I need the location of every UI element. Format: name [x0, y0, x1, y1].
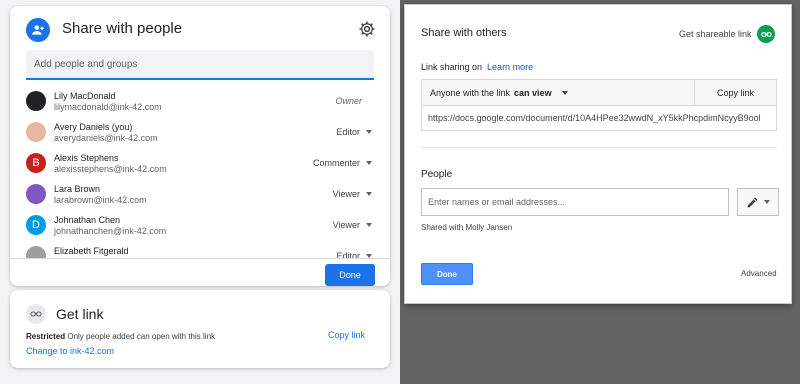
role-dropdown[interactable]: Viewer: [333, 220, 372, 230]
restricted-label[interactable]: Restricted: [26, 332, 65, 341]
shared-with-text: Shared with Molly Jansen: [421, 223, 513, 232]
restricted-text: Only people added can open with this lin…: [67, 332, 216, 341]
new-share-pane: Share with people Lily MacDonaldlilymacd…: [0, 0, 400, 384]
link-box: Anyone with the link can view Copy link …: [421, 79, 777, 131]
people-list: Lily MacDonald lilymacdonald@ink-42.com Ow…: [26, 86, 376, 258]
dropdown-caret-icon: [366, 192, 372, 196]
permission-dropdown[interactable]: [737, 188, 779, 216]
avatar: [26, 122, 46, 142]
person-email: alexisstephens@ink-42.com: [54, 164, 167, 174]
person-email: lilymacdonald@ink-42.com: [54, 102, 162, 112]
add-people-input[interactable]: [26, 50, 374, 78]
shareable-link-icon[interactable]: [757, 25, 775, 43]
person-name: Lily MacDonald: [54, 91, 116, 101]
pencil-icon: [747, 197, 758, 207]
old-share-pane: Share with others Get shareable link Lin…: [400, 0, 800, 384]
avatar: D: [26, 215, 46, 235]
done-button[interactable]: Done: [421, 263, 473, 285]
owner-label: Owner: [335, 96, 362, 106]
add-person-icon: [26, 18, 50, 42]
link-sharing-status: Link sharing on Learn more: [421, 62, 533, 72]
person-email: averydaniels@ink-42.com: [54, 133, 158, 143]
change-domain-link[interactable]: Change to ink-42.com: [26, 346, 114, 356]
dropdown-caret-icon: [366, 130, 372, 134]
person-name: Elizabeth Fitgerald: [54, 246, 129, 256]
share-with-people-card: Share with people Lily MacDonaldlilymacd…: [10, 6, 390, 286]
role-label: Owner: [335, 96, 362, 106]
avatar: [26, 246, 46, 258]
person-email: larabrown@ink-42.com: [54, 195, 147, 205]
role-label: Editor: [336, 127, 360, 137]
learn-more-link[interactable]: Learn more: [487, 62, 533, 72]
person-row: Lily MacDonald lilymacdonald@ink-42.com Ow…: [26, 86, 376, 117]
person-row: Avery Daniels (you) averydaniels@ink-42.c…: [26, 117, 376, 148]
dropdown-caret-icon: [764, 200, 770, 204]
get-shareable-link[interactable]: Get shareable link: [679, 29, 752, 39]
dialog-title: Share with others: [421, 27, 507, 39]
person-email: johnathanchen@ink-42.com: [54, 226, 167, 236]
add-people-field[interactable]: [26, 50, 374, 80]
role-dropdown[interactable]: Editor: [336, 127, 372, 137]
copy-link-button[interactable]: Copy link: [328, 330, 365, 340]
person-name: Alexis Stephens: [54, 153, 119, 163]
advanced-link[interactable]: Advanced: [741, 269, 777, 278]
share-with-others-dialog: Share with others Get shareable link Lin…: [404, 4, 792, 304]
settings-gear-icon[interactable]: [358, 20, 376, 38]
link-icon: [26, 304, 46, 324]
person-row: B Alexis Stephens alexisstephens@ink-42.co…: [26, 148, 376, 179]
avatar: [26, 91, 46, 111]
role-dropdown[interactable]: Viewer: [333, 189, 372, 199]
names-field[interactable]: [421, 188, 729, 216]
access-level: can view: [514, 87, 552, 98]
access-dropdown[interactable]: Anyone with the link can view: [422, 80, 694, 106]
people-label: People: [421, 169, 453, 180]
avatar: [26, 184, 46, 204]
person-row: D Johnathan Chen johnathanchen@ink-42.com V…: [26, 210, 376, 241]
role-label: Editor: [336, 251, 360, 258]
dropdown-caret-icon: [561, 90, 568, 95]
done-button[interactable]: Done: [325, 264, 375, 286]
restricted-description: Restricted Only people added can open wi…: [26, 332, 215, 341]
role-label: Viewer: [332, 189, 360, 199]
get-link-title: Get link: [56, 306, 104, 322]
dropdown-caret-icon: [366, 223, 372, 227]
access-prefix: Anyone with the link: [430, 87, 511, 98]
copy-link-button[interactable]: Copy link: [694, 80, 776, 106]
share-dialog-title: Share with people: [62, 20, 183, 37]
divider: [421, 147, 777, 148]
role-label: Commenter: [312, 158, 360, 168]
person-name: Lara Brown: [54, 184, 101, 194]
names-input[interactable]: [422, 189, 728, 215]
role-dropdown[interactable]: Editor: [336, 251, 372, 258]
role-dropdown[interactable]: Commenter: [313, 158, 372, 168]
person-name: Johnathan Chen: [54, 215, 121, 225]
avatar: B: [26, 153, 46, 173]
get-link-card: Get link Restricted Only people added ca…: [10, 290, 390, 368]
role-label: Viewer: [332, 220, 360, 230]
dropdown-caret-icon: [366, 161, 372, 165]
link-sharing-label: Link sharing on: [421, 62, 483, 72]
share-url[interactable]: https://docs.google.com/document/d/10A4H…: [422, 106, 776, 130]
person-row: Lara Brown larabrown@ink-42.com Viewer: [26, 179, 376, 210]
person-name: Avery Daniels (you): [54, 122, 133, 132]
person-row: Elizabeth Fitgerald Editor: [26, 241, 376, 258]
